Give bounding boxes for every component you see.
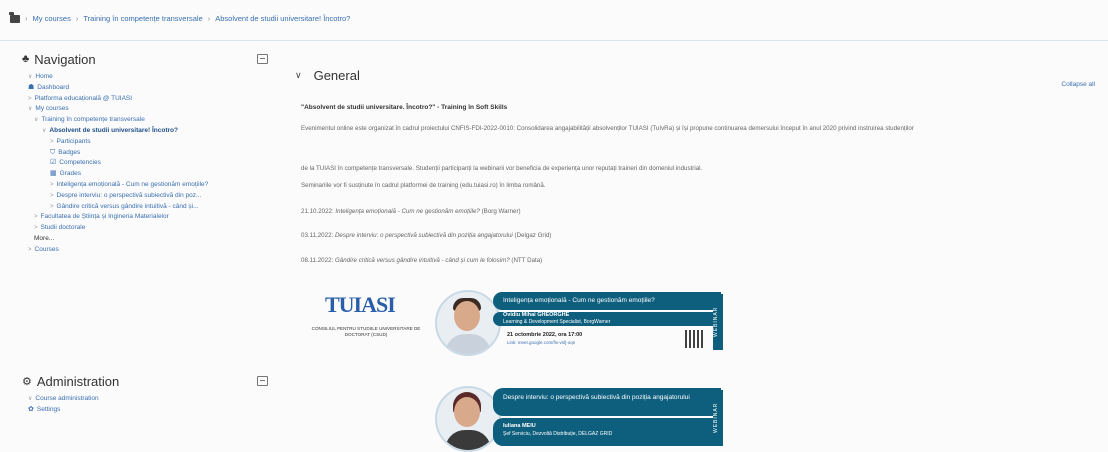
webinar-banner-1: Inteligența emoțională - Cum ne gestionă… (435, 290, 725, 356)
nav-item-label: Gândire critică versus gândire intuitivă… (56, 202, 199, 210)
webinar-title: Inteligența emoțională - Cum ne gestionă… (493, 292, 721, 310)
administration-block-title: ⚙ Administration (22, 373, 120, 389)
schedule-item-3: 08.11.2022: Gândire critică versus gândi… (301, 257, 543, 264)
nav-item-label: Studii doctorale (40, 224, 86, 232)
nav-item[interactable]: > Studii doctorale (22, 223, 272, 234)
nav-item-label: Course administration (35, 395, 99, 402)
nav-item-label: Grades (59, 170, 81, 178)
nav-item[interactable]: ⛉ Badges (22, 148, 272, 159)
folder-icon[interactable] (9, 11, 20, 23)
nav-item[interactable]: ☑ Competencies (22, 158, 272, 169)
chevron-down-icon[interactable]: ∨ (28, 74, 32, 80)
nav-item[interactable]: ✿ Settings (22, 405, 272, 416)
webinar-link[interactable]: Link: meet.google.com/fix-vsfj-oqn (507, 340, 575, 345)
nav-item-label: Training în competențe transversale (41, 116, 145, 124)
nav-item[interactable]: More... (22, 234, 272, 245)
nav-item[interactable]: > Facultatea de Știința și Ingineria Mate… (22, 212, 272, 223)
nav-item-label: Settings (36, 405, 61, 413)
tuiasi-logo: TUIASI CONSILIUL PENTRU STUDIILE UNIVERS… (295, 292, 421, 352)
chevron-right-icon[interactable]: > (50, 204, 54, 210)
nav-item[interactable]: ∨ Home (22, 72, 272, 83)
nav-item-label: Courses (34, 245, 59, 253)
speaker-info: Iuliana MEIU Șef Serviciu, Dezvoltă Dist… (493, 418, 721, 446)
nav-item[interactable]: > Gândire critică versus gândire intuitiv… (22, 202, 272, 213)
nav-item-label: My courses (35, 105, 69, 113)
grades-icon: ▦ (50, 170, 57, 178)
nav-item[interactable]: > Inteligența emoțională - Cum ne gestion… (22, 180, 272, 191)
chevron-down-icon[interactable]: ∨ (295, 70, 302, 81)
nav-item[interactable]: ∨ Absolvent de studii universitare! Încot… (22, 126, 272, 137)
description-paragraph-2: de la TUIASI în competențe transversale.… (301, 165, 703, 172)
nav-item-label: Dashboard (37, 83, 70, 91)
schedule-item-2: 03.11.2022: Despre interviu: o perspecti… (301, 232, 552, 239)
nav-item[interactable]: ☗ Dashboard (22, 83, 272, 94)
course-title: "Absolvent de studii universitare. Încot… (301, 104, 508, 111)
webinar-date: 21 octombrie 2022, ora 17:00 (507, 332, 583, 338)
navigation-block-title: ♣ Navigation (22, 51, 96, 67)
top-bar: › My courses › Training în competențe tr… (0, 0, 1108, 41)
nav-item-label: Home (35, 73, 53, 80)
gears-icon: ⚙ (22, 375, 32, 388)
logo-subtitle: CONSILIUL PENTRU STUDIILE UNIVERSITARE D… (311, 326, 421, 337)
collapse-all-link[interactable]: Collapse all (1061, 81, 1095, 88)
nav-item-label: Despre interviu: o perspectivă subiectiv… (56, 191, 202, 199)
description-paragraph-3: Seminariile vor fi susținute în cadrul p… (301, 182, 546, 189)
nav-item[interactable]: > Despre interviu: o perspectivă subiecti… (22, 191, 272, 202)
speaker-info: Ovidiu Mihai GHEORGHE Learning & Develop… (493, 312, 721, 326)
breadcrumb-course[interactable]: Absolvent de studii universitare! Încotr… (215, 14, 350, 23)
webinar-tag: WEBINAR (713, 294, 723, 350)
course-content: ∨ General Collapse all "Absolvent de stu… (295, 48, 1095, 452)
speaker-photo (435, 290, 501, 356)
breadcrumb: › My courses › Training în competențe tr… (9, 11, 350, 23)
webinar-banner-2: Despre interviu: o perspectivă subiectiv… (435, 386, 725, 452)
chevron-right-icon[interactable]: > (34, 225, 38, 231)
chevron-right-icon[interactable]: > (28, 96, 32, 102)
nav-item-label: Badges (58, 148, 81, 156)
chevron-right-icon[interactable]: > (50, 139, 54, 145)
nav-item[interactable]: > Courses (22, 245, 272, 256)
chevron-down-icon[interactable]: ∨ (42, 128, 46, 134)
nav-item-label: Platforma educațională @ TUIASI (34, 94, 133, 102)
nav-item-label: More... (34, 234, 55, 242)
chevron-right-icon[interactable]: > (28, 247, 32, 253)
chevron-down-icon[interactable]: ∨ (34, 117, 38, 123)
qr-code-icon (685, 330, 703, 348)
breadcrumb-my-courses[interactable]: My courses (33, 14, 71, 23)
webinar-title: Despre interviu: o perspectivă subiectiv… (493, 388, 721, 416)
chevron-right-icon[interactable]: > (34, 214, 38, 220)
dashboard-icon: ☗ (28, 83, 35, 91)
description-paragraph-1: Evenimentul online este organizat în cad… (301, 125, 914, 132)
chevron-right-icon[interactable]: > (50, 182, 54, 188)
administration-collapse-button[interactable] (257, 376, 268, 386)
nav-item[interactable]: > Participants (22, 137, 272, 148)
nav-item-label: Facultatea de Știința și Ingineria Mater… (40, 213, 169, 221)
nav-item[interactable]: ▦ Grades (22, 169, 272, 180)
sitemap-icon: ♣ (22, 53, 30, 65)
nav-item[interactable]: ∨ Course administration (22, 394, 272, 405)
schedule-item-1: 21.10.2022: Inteligența emoțională - Cum… (301, 208, 521, 215)
nav-item[interactable]: ∨ Training în competențe transversale (22, 115, 272, 126)
nav-item-label: Participants (56, 137, 91, 145)
chevron-right-icon[interactable]: > (50, 193, 54, 199)
navigation-collapse-button[interactable] (257, 54, 268, 64)
competencies-icon: ☑ (50, 159, 57, 167)
webinar-tag: WEBINAR (713, 390, 723, 446)
chevron-down-icon[interactable]: ∨ (28, 106, 32, 112)
administration-block: ⚙ Administration ∨ Course administration ✿… (22, 370, 272, 440)
administration-tree: ∨ Course administration ✿ Settings (22, 394, 272, 416)
nav-item-label: Competencies (59, 159, 101, 167)
gear-icon: ✿ (28, 405, 34, 413)
nav-item[interactable]: > Platforma educațională @ TUIASI (22, 94, 272, 105)
navigation-tree: ∨ Home ☗ Dashboard > Platforma educațională @… (22, 72, 272, 256)
nav-item-label: Inteligența emoțională - Cum ne gestionă… (56, 180, 209, 188)
nav-item-label: Absolvent de studii universitare! Încotr… (49, 126, 178, 134)
speaker-photo (435, 386, 501, 452)
logo-text: TUIASI (325, 292, 396, 317)
badge-icon: ⛉ (50, 148, 56, 156)
nav-item[interactable]: ∨ My courses (22, 104, 272, 115)
chevron-down-icon[interactable]: ∨ (28, 396, 32, 402)
navigation-block: ♣ Navigation ∨ Home ☗ Dashboard > Platforma e… (22, 48, 272, 363)
breadcrumb-category[interactable]: Training în competențe transversale (83, 14, 202, 23)
section-general-header[interactable]: ∨ General (295, 68, 360, 83)
